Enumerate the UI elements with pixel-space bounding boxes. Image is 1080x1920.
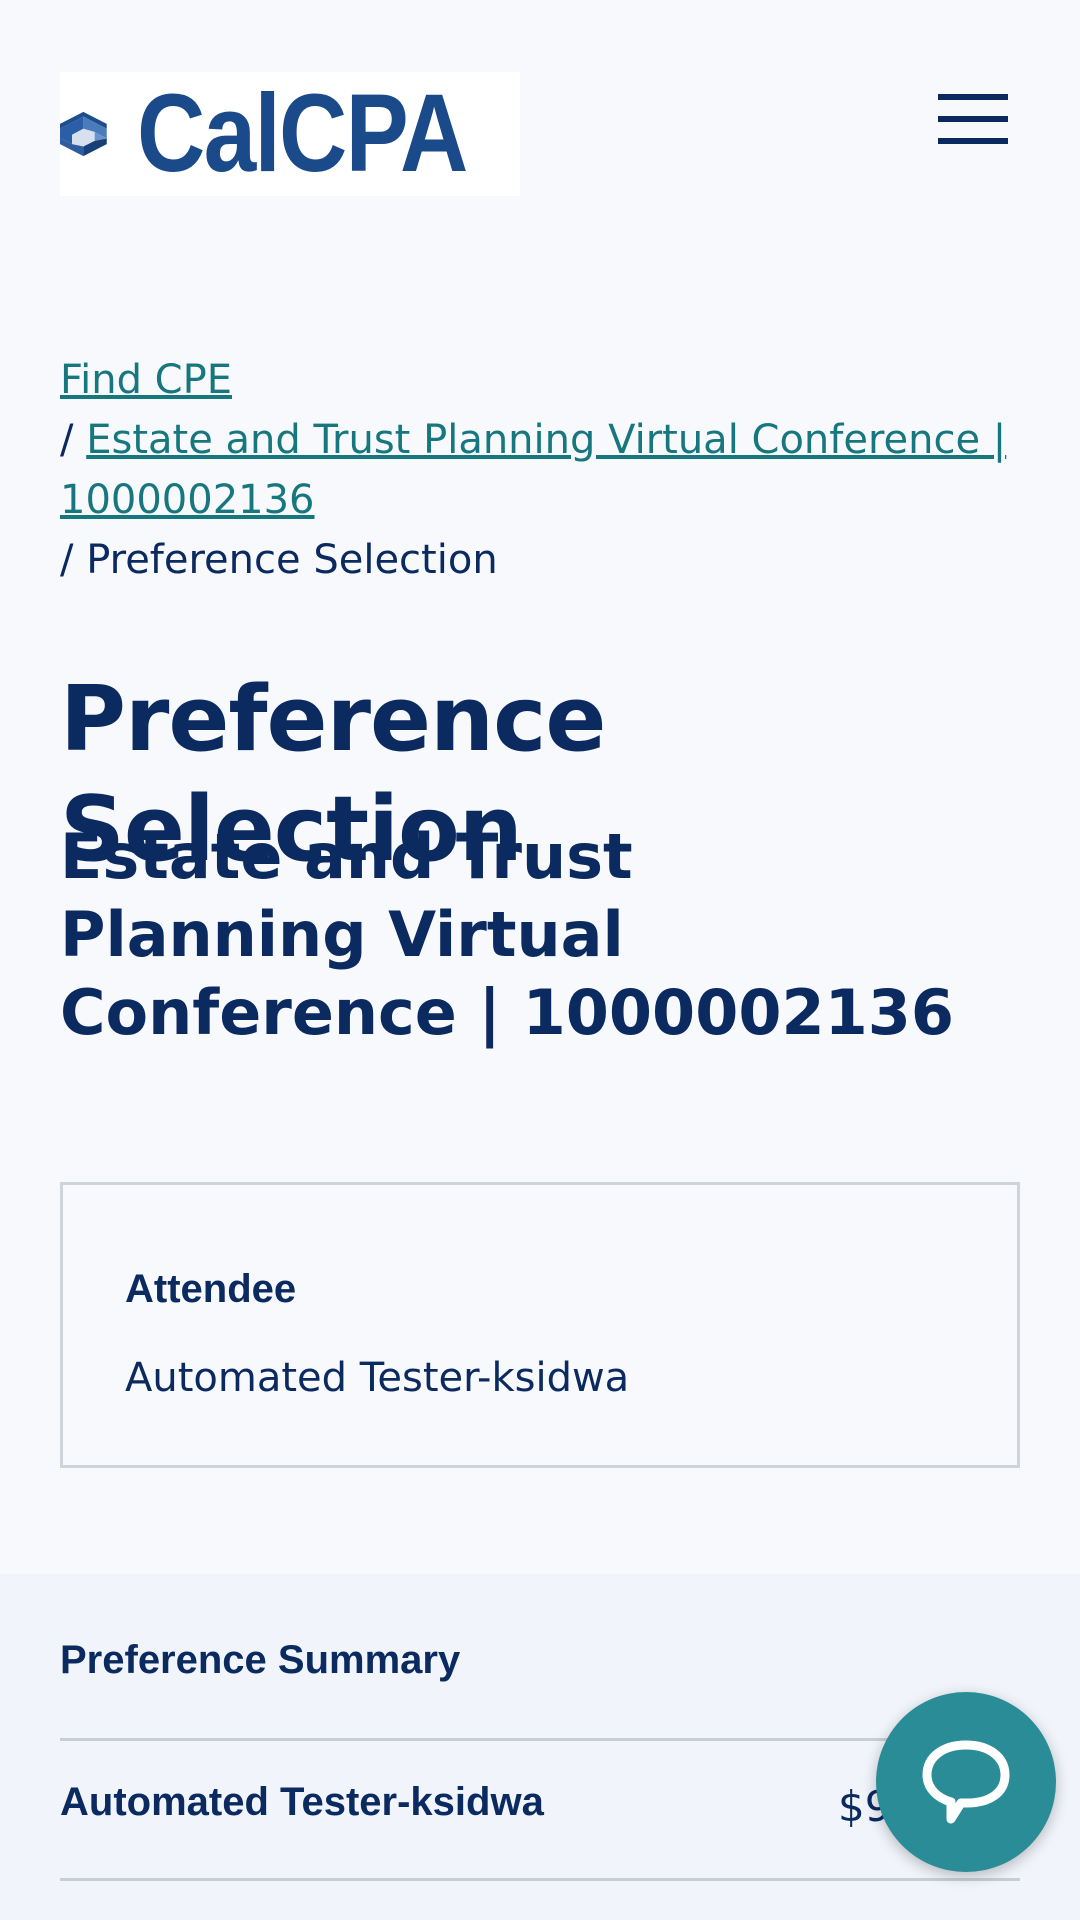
summary-divider bbox=[60, 1878, 1020, 1881]
summary-divider bbox=[60, 1738, 1020, 1741]
event-title: Estate and Trust Planning Virtual Confer… bbox=[60, 820, 955, 1049]
chat-bubble-icon bbox=[922, 1740, 1010, 1824]
calcpa-logo[interactable]: CalCPA bbox=[60, 72, 520, 196]
breadcrumb-link-find-cpe[interactable]: Find CPE bbox=[60, 357, 232, 403]
attendee-card: Attendee Automated Tester-ksidwa bbox=[60, 1182, 1020, 1468]
hamburger-menu-icon[interactable] bbox=[938, 94, 1010, 144]
site-header: CalCPA bbox=[0, 0, 1080, 240]
attendee-label: Attendee bbox=[125, 1267, 297, 1311]
summary-row-name: Automated Tester-ksidwa bbox=[60, 1780, 544, 1824]
breadcrumb-separator: / bbox=[60, 417, 74, 463]
summary-title: Preference Summary bbox=[60, 1638, 461, 1682]
breadcrumb-separator: / bbox=[60, 537, 74, 583]
logo-text: CalCPA bbox=[136, 72, 468, 195]
breadcrumb: Find CPE / Estate and Trust Planning Vir… bbox=[60, 350, 1020, 590]
attendee-name: Automated Tester-ksidwa bbox=[125, 1355, 630, 1401]
breadcrumb-link-event[interactable]: Estate and Trust Planning Virtual Confer… bbox=[60, 417, 1006, 523]
calcpa-cube-icon bbox=[60, 111, 107, 157]
breadcrumb-current: Preference Selection bbox=[86, 537, 498, 583]
chat-button[interactable] bbox=[876, 1692, 1056, 1872]
